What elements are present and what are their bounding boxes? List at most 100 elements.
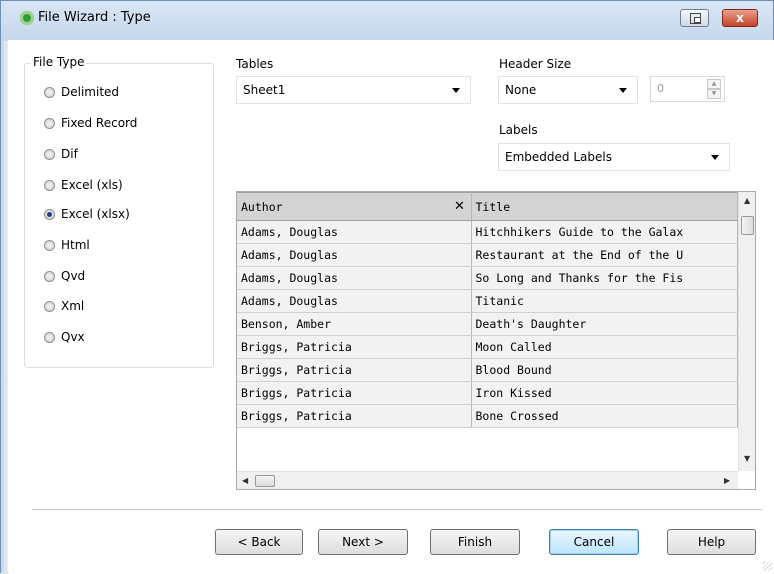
horizontal-scroll-thumb[interactable] [255, 475, 275, 487]
cancel-button[interactable]: Cancel [549, 529, 639, 555]
radio-html[interactable]: Html [44, 236, 90, 254]
table-cell[interactable]: Moon Called [471, 336, 737, 359]
table-cell[interactable]: Briggs, Patricia [237, 382, 471, 405]
radio-label: Xml [61, 299, 84, 313]
radio-selected-icon[interactable] [44, 209, 55, 220]
table-cell[interactable]: Restaurant at the End of the U [471, 244, 737, 267]
table-row: Briggs, PatriciaMoon Called [237, 336, 737, 359]
vertical-scroll-thumb[interactable] [741, 216, 754, 235]
radio-icon[interactable] [44, 301, 55, 312]
column-header-label: Author [241, 200, 283, 214]
header-size-value: None [505, 83, 536, 97]
radio-label: Qvd [61, 269, 85, 283]
title-bar: File Wizard : Type x [1, 1, 773, 41]
file-type-legend: File Type [31, 55, 86, 69]
table-cell[interactable]: Adams, Douglas [237, 244, 471, 267]
radio-icon[interactable] [44, 118, 55, 129]
table-cell[interactable]: Adams, Douglas [237, 290, 471, 313]
radio-icon[interactable] [44, 332, 55, 343]
scroll-right-icon[interactable]: ▶ [724, 476, 730, 485]
radio-label: Dif [61, 147, 78, 161]
table-cell[interactable]: Briggs, Patricia [237, 359, 471, 382]
labels-select[interactable]: Embedded Labels [498, 143, 730, 171]
radio-icon[interactable] [44, 180, 55, 191]
radio-qvd[interactable]: Qvd [44, 267, 85, 285]
radio-qvx[interactable]: Qvx [44, 328, 85, 346]
preview-table: Author✕ Title Adams, DouglasHitchhikers … [237, 192, 738, 428]
labels-label: Labels [499, 123, 538, 137]
scroll-left-icon[interactable]: ◀ [242, 476, 248, 485]
scroll-down-icon[interactable]: ▼ [744, 454, 750, 463]
radio-excel-xlsx[interactable]: Excel (xlsx) [44, 205, 130, 223]
chevron-down-icon[interactable] [711, 155, 719, 160]
radio-icon[interactable] [44, 87, 55, 98]
table-cell[interactable]: Briggs, Patricia [237, 405, 471, 428]
table-row: Adams, DouglasRestaurant at the End of t… [237, 244, 737, 267]
radio-label: Qvx [61, 330, 85, 344]
vertical-scrollbar[interactable]: ▲ ▼ [738, 192, 756, 471]
radio-dif[interactable]: Dif [44, 145, 78, 163]
restore-icon [690, 13, 701, 24]
chevron-down-icon[interactable] [619, 88, 627, 93]
table-cell[interactable]: Blood Bound [471, 359, 737, 382]
next-button[interactable]: Next > [318, 529, 408, 555]
table-cell[interactable]: Benson, Amber [237, 313, 471, 336]
column-header-title[interactable]: Title [471, 193, 737, 221]
radio-label: Html [61, 238, 90, 252]
table-row: Adams, DouglasHitchhikers Guide to the G… [237, 221, 737, 244]
spin-down-icon: ▼ [707, 89, 721, 99]
table-cell[interactable]: Titanic [471, 290, 737, 313]
help-button[interactable]: Help [667, 529, 756, 555]
table-row: Benson, AmberDeath's Daughter [237, 313, 737, 336]
radio-delimited[interactable]: Delimited [44, 83, 119, 101]
radio-label: Excel (xlsx) [61, 207, 130, 221]
back-button[interactable]: < Back [215, 529, 303, 555]
finish-button[interactable]: Finish [430, 529, 520, 555]
tables-select[interactable]: Sheet1 [236, 76, 471, 104]
table-row: Adams, DouglasTitanic [237, 290, 737, 313]
table-cell[interactable]: So Long and Thanks for the Fis [471, 267, 737, 290]
radio-icon[interactable] [44, 271, 55, 282]
table-cell[interactable]: Briggs, Patricia [237, 336, 471, 359]
radio-fixed-record[interactable]: Fixed Record [44, 114, 137, 132]
radio-icon[interactable] [44, 240, 55, 251]
table-row: Adams, DouglasSo Long and Thanks for the… [237, 267, 737, 290]
preview-grid[interactable]: Author✕ Title Adams, DouglasHitchhikers … [236, 191, 756, 490]
table-cell[interactable]: Bone Crossed [471, 405, 737, 428]
table-row: Briggs, PatriciaBlood Bound [237, 359, 737, 382]
close-icon: x [736, 11, 744, 25]
header-size-stepper: 0 ▲ ▼ [650, 76, 725, 102]
radio-label: Fixed Record [61, 116, 137, 130]
table-cell[interactable]: Adams, Douglas [237, 267, 471, 290]
chevron-down-icon[interactable] [452, 88, 460, 93]
footer-divider [32, 509, 762, 510]
window-title: File Wizard : Type [38, 10, 151, 25]
spin-up-icon: ▲ [707, 79, 721, 89]
radio-excel-xls[interactable]: Excel (xls) [44, 176, 123, 194]
table-row: Briggs, PatriciaBone Crossed [237, 405, 737, 428]
table-header-row: Author ✕ Title [237, 193, 737, 221]
table-row: Briggs, PatriciaIron Kissed [237, 382, 737, 405]
header-size-select[interactable]: None [498, 76, 638, 104]
tables-value: Sheet1 [243, 83, 285, 97]
table-cell[interactable]: Iron Kissed [471, 382, 737, 405]
tables-label: Tables [236, 57, 273, 71]
remove-column-icon[interactable]: ✕ [453, 200, 467, 214]
radio-xml[interactable]: Xml [44, 297, 84, 315]
column-header-author[interactable]: Author ✕ [237, 193, 471, 221]
radio-label: Delimited [61, 85, 119, 99]
radio-icon[interactable] [44, 149, 55, 160]
column-header-label: Title [476, 200, 511, 214]
table-cell[interactable]: Adams, Douglas [237, 221, 471, 244]
table-cell[interactable]: Death's Daughter [471, 313, 737, 336]
resize-grip-icon[interactable] [762, 561, 772, 571]
app-icon [20, 11, 34, 25]
close-button[interactable]: x [722, 9, 758, 27]
header-size-spin-value: 0 [657, 82, 664, 95]
labels-value: Embedded Labels [505, 150, 612, 164]
radio-label: Excel (xls) [61, 178, 123, 192]
scroll-up-icon[interactable]: ▲ [744, 196, 750, 205]
horizontal-scrollbar[interactable]: ◀ ▶ [237, 471, 738, 490]
table-cell[interactable]: Hitchhikers Guide to the Galax [471, 221, 737, 244]
restore-button[interactable] [680, 9, 709, 27]
